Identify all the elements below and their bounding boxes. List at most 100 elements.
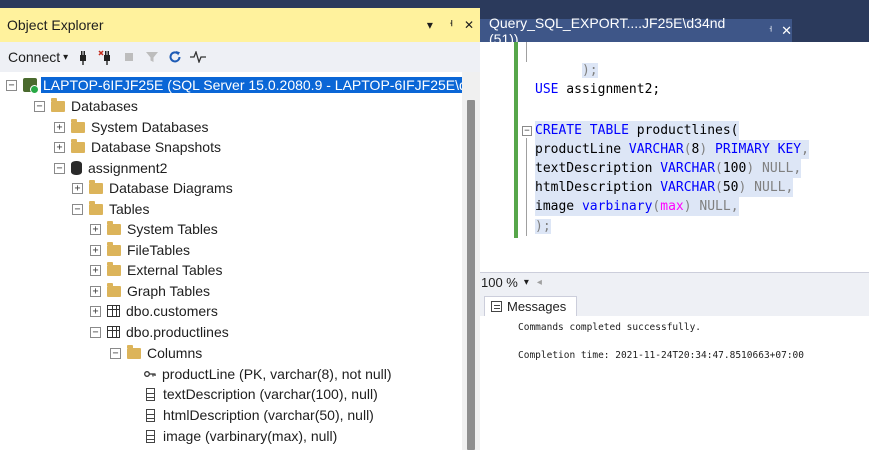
folder-icon <box>89 200 103 215</box>
tree-node-server[interactable]: − LAPTOP-6IFJF25E (SQL Server 15.0.2080.… <box>6 75 462 95</box>
expand-toggle[interactable]: + <box>72 182 83 194</box>
code-token: ); <box>581 63 598 78</box>
expand-toggle[interactable]: + <box>90 285 101 297</box>
tree-node-column-htmldescription[interactable]: htmlDescription (varchar(50), null) <box>146 405 374 425</box>
refresh-icon[interactable] <box>167 49 183 65</box>
filter-icon[interactable] <box>144 49 160 65</box>
expand-toggle[interactable]: + <box>90 223 101 235</box>
pin-icon[interactable]: ᅥ <box>763 23 773 39</box>
tree-node-dbo-customers[interactable]: + dbo.customers <box>90 301 218 321</box>
connect-plug-icon[interactable] <box>75 49 91 65</box>
code-token: , <box>801 142 809 157</box>
activity-monitor-icon[interactable] <box>190 49 207 65</box>
code-token: , <box>785 180 794 195</box>
collapse-toggle[interactable]: − <box>72 203 83 215</box>
tree-node-external-tables[interactable]: + External Tables <box>90 260 222 280</box>
code-token: 50 <box>722 180 739 195</box>
code-token: ) <box>683 199 700 214</box>
tree-node-filetables[interactable]: + FileTables <box>90 240 190 260</box>
tree-node-database-snapshots[interactable]: + Database Snapshots <box>54 137 221 157</box>
outline-guide <box>526 138 527 236</box>
code-line: ); <box>535 42 598 78</box>
connect-label: Connect <box>8 49 61 65</box>
code-line: productLine VARCHAR(8) PRIMARY KEY, <box>535 140 809 159</box>
zoom-dropdown[interactable]: 100 % ▾ <box>481 275 529 290</box>
tree-node-label: image (varbinary(max), null) <box>163 428 338 444</box>
table-icon <box>107 326 120 338</box>
collapse-toggle[interactable]: − <box>90 326 101 338</box>
tree-node-label: Graph Tables <box>127 283 211 299</box>
tree-node-column-image[interactable]: image (varbinary(max), null) <box>146 426 337 446</box>
collapse-toggle[interactable]: − <box>34 100 45 112</box>
outline-guide <box>526 42 527 62</box>
tree-node-column-productline[interactable]: productLine (PK, varchar(8), not null) <box>144 364 392 384</box>
code-keyword: VARCHAR <box>660 180 716 195</box>
tree-node-assignment2[interactable]: − assignment2 <box>54 158 167 178</box>
tree-node-label: System Databases <box>91 119 209 135</box>
code-token: , <box>793 161 802 176</box>
tree-node-label: Databases <box>71 98 138 114</box>
expand-toggle[interactable]: + <box>90 305 101 317</box>
tree-node-label: productLine (PK, varchar(8), not null) <box>162 366 392 382</box>
code-token: ( <box>715 161 723 176</box>
close-icon[interactable]: ✕ <box>464 18 474 32</box>
code-keyword: CREATE TABLE <box>535 123 629 138</box>
zoom-level: 100 % <box>481 275 518 290</box>
collapse-toggle[interactable]: − <box>6 79 17 91</box>
connect-button[interactable]: Connect ▾ <box>8 49 68 65</box>
collapse-toggle[interactable]: − <box>54 162 65 174</box>
change-tracking-bar <box>514 42 518 238</box>
pin-icon[interactable]: ᅥ <box>443 17 454 34</box>
folder-icon <box>107 241 121 256</box>
scroll-left-icon[interactable]: ◂ <box>537 277 542 288</box>
tree-node-graph-tables[interactable]: + Graph Tables <box>90 281 210 301</box>
tree-node-system-tables[interactable]: + System Tables <box>90 219 218 239</box>
expand-toggle[interactable]: + <box>54 121 65 133</box>
tree-node-databases[interactable]: − Databases <box>34 96 138 116</box>
stop-icon[interactable] <box>121 49 137 65</box>
code-keyword: NULL <box>754 180 786 195</box>
expand-toggle[interactable]: + <box>90 264 101 276</box>
object-explorer-scrollbar[interactable] <box>462 72 480 450</box>
tree-node-database-diagrams[interactable]: + Database Diagrams <box>72 178 233 198</box>
folder-icon <box>71 138 85 153</box>
query-document-tab[interactable]: Query_SQL_EXPORT....JF25E\d34nd (51)) ᅥ … <box>480 15 792 47</box>
code-function: max <box>660 199 684 214</box>
code-token: image <box>535 199 582 214</box>
message-line: Commands completed successfully. <box>518 322 702 333</box>
code-token: ) <box>699 142 716 157</box>
column-icon <box>146 429 155 443</box>
code-line: htmlDescription VARCHAR(50) NULL, <box>535 178 794 197</box>
folder-icon <box>71 118 85 133</box>
tree-node-dbo-productlines[interactable]: − dbo.productlines <box>90 322 229 342</box>
column-icon <box>146 387 155 401</box>
collapse-toggle[interactable]: − <box>110 347 121 359</box>
messages-tab[interactable]: Messages <box>484 296 578 316</box>
tree-node-columns[interactable]: − Columns <box>110 343 202 363</box>
tree-node-label: LAPTOP-6IFJF25E (SQL Server 15.0.2080.9 … <box>41 77 462 93</box>
tree-node-label: Database Diagrams <box>109 180 233 196</box>
outline-collapse-toggle[interactable]: − <box>522 126 532 136</box>
tree-node-tables[interactable]: − Tables <box>72 199 149 219</box>
sql-code-editor[interactable]: − ); USE assignment2; CREATE TABLE produ… <box>480 42 869 272</box>
tree-node-column-textdescription[interactable]: textDescription (varchar(100), null) <box>146 384 378 404</box>
titlebar-controls: ▾ ᅥ ✕ <box>427 8 474 42</box>
expand-toggle[interactable]: + <box>90 244 101 256</box>
window-position-dropdown-icon[interactable]: ▾ <box>427 18 433 32</box>
code-line: textDescription VARCHAR(100) NULL, <box>535 159 802 178</box>
code-token: ) <box>746 161 762 176</box>
code-token: 100 <box>722 161 747 176</box>
disconnect-icon[interactable] <box>98 49 114 65</box>
scrollbar-thumb[interactable] <box>467 100 475 450</box>
code-keyword: NULL <box>762 161 794 176</box>
code-token: , <box>730 199 739 214</box>
folder-icon <box>107 282 121 297</box>
close-icon[interactable]: ✕ <box>781 23 792 39</box>
tree-node-label: System Tables <box>127 221 218 237</box>
tree-node-label: Database Snapshots <box>91 139 221 155</box>
object-explorer-tree: − LAPTOP-6IFJF25E (SQL Server 15.0.2080.… <box>0 72 462 450</box>
tree-node-system-databases[interactable]: + System Databases <box>54 117 209 137</box>
expand-toggle[interactable]: + <box>54 141 65 153</box>
server-icon <box>23 78 39 94</box>
code-token: productlines( <box>628 123 739 138</box>
